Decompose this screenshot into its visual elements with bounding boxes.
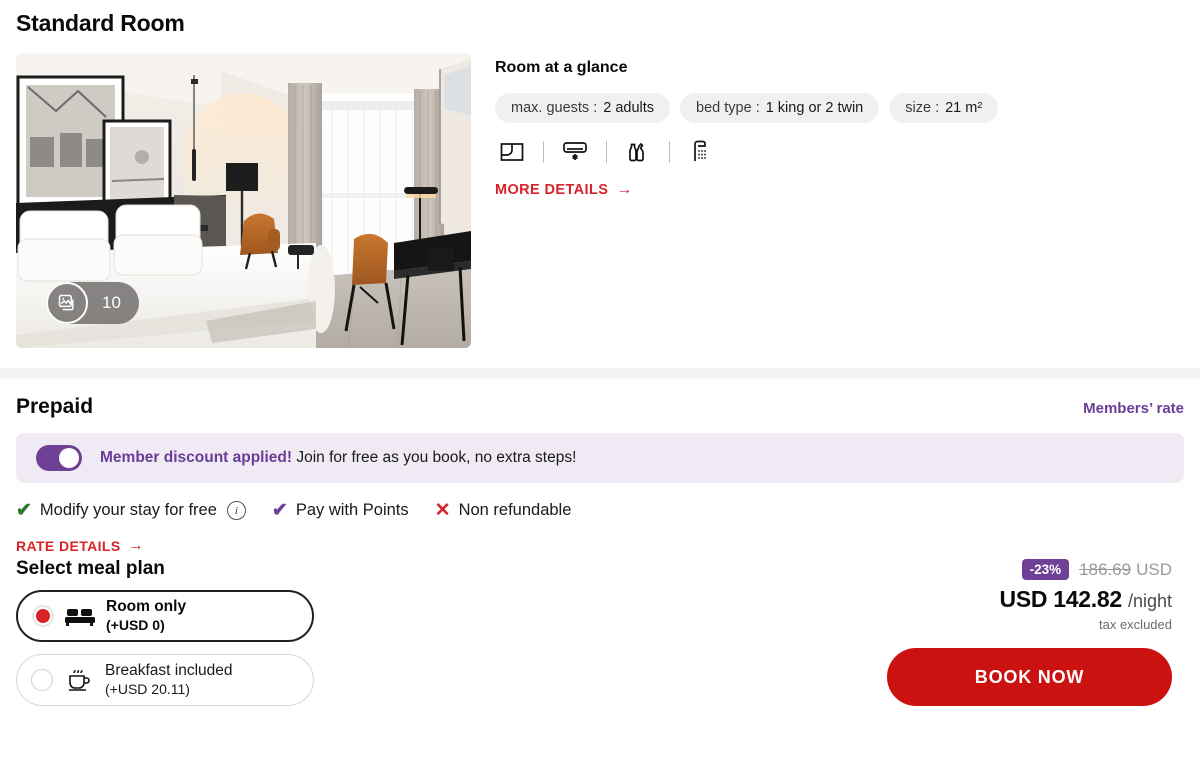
room-at-a-glance: Room at a glance max. guests : 2 adults b…	[495, 53, 1184, 199]
benefits-row: ✔ Modify your stay for free i ✔ Pay with…	[16, 501, 1184, 520]
amenity-icon-row	[495, 139, 1184, 165]
arrow-right-icon: →	[616, 181, 633, 198]
info-icon[interactable]: i	[226, 501, 246, 520]
benefit-pay-with-points: ✔ Pay with Points	[272, 501, 409, 520]
meal-option-texts: Breakfast included (+USD 20.11)	[105, 662, 233, 697]
more-details-link[interactable]: MORE DETAILS →	[495, 181, 633, 199]
benefit-modify-stay: ✔ Modify your stay for free i	[16, 501, 246, 520]
glance-title: Room at a glance	[495, 59, 628, 76]
arrow-right-icon: →	[127, 537, 145, 554]
close-icon: ✕	[434, 500, 451, 521]
floor-plan-icon	[495, 141, 529, 163]
price-per-unit: /night	[1127, 591, 1172, 611]
member-banner-text: Member discount applied! Join for free a…	[100, 449, 576, 467]
members-rate-label: Members’ rate	[1083, 400, 1184, 417]
price-block: -23% 186.69 USD USD 142.82 /night tax exc…	[852, 559, 1172, 706]
check-icon: ✔	[271, 500, 288, 521]
rate-header: Prepaid Members’ rate	[16, 395, 1184, 419]
meal-option-name: Breakfast included	[105, 662, 233, 680]
meal-option-breakfast[interactable]: Breakfast included (+USD 20.11)	[16, 654, 314, 706]
discount-badge: -23%	[1021, 559, 1070, 580]
member-banner-strong: Member discount applied!	[100, 449, 293, 466]
radio-room-only[interactable]	[32, 605, 54, 627]
more-details-label: MORE DETAILS	[495, 182, 609, 198]
book-now-button[interactable]: BOOK NOW	[887, 648, 1172, 706]
price-old-row: -23% 186.69 USD	[852, 559, 1172, 580]
photo-stack-icon	[46, 282, 88, 324]
meal-option-texts: Room only (+USD 0)	[106, 598, 186, 633]
original-price-value: 186.69	[1079, 559, 1132, 579]
toiletries-icon	[621, 140, 655, 164]
member-discount-toggle[interactable]	[36, 445, 82, 471]
pill-max-guests: max. guests : 2 adults	[495, 93, 671, 123]
tax-note: tax excluded	[1099, 617, 1172, 632]
divider	[543, 141, 544, 163]
meal-option-price: (+USD 20.11)	[105, 680, 190, 697]
pill-value: 1 king or 2 twin	[765, 100, 864, 116]
shower-icon	[684, 139, 718, 165]
page-title: Standard Room	[16, 10, 185, 36]
pill-label: size :	[905, 100, 940, 116]
benefit-label: Non refundable	[458, 501, 572, 519]
air-conditioning-icon	[558, 140, 592, 164]
pill-bed-type: bed type : 1 king or 2 twin	[680, 93, 880, 123]
benefit-label: Modify your stay for free	[39, 501, 217, 519]
pill-label: bed type :	[696, 100, 760, 116]
benefit-label: Pay with Points	[295, 501, 409, 519]
original-price: 186.69 USD	[1079, 560, 1172, 580]
bed-icon	[62, 605, 98, 627]
divider	[669, 141, 670, 163]
meal-option-room-only[interactable]: Room only (+USD 0)	[16, 590, 314, 642]
room-body: 10 Room at a glance max. guests : 2 adult…	[16, 53, 1184, 348]
coffee-cup-icon	[61, 667, 97, 693]
section-divider	[0, 368, 1200, 379]
member-discount-banner: Member discount applied! Join for free a…	[16, 433, 1184, 483]
room-section: Standard Room 10 Room at a glance max. g…	[0, 0, 1200, 348]
gallery-count: 10	[102, 293, 121, 312]
check-icon: ✔	[16, 500, 32, 521]
member-banner-rest: Join for free as you book, no extra step…	[292, 449, 577, 466]
radio-breakfast[interactable]	[31, 669, 53, 691]
current-price: USD 142.82 /night	[852, 586, 1172, 613]
rate-details-link[interactable]: RATE DETAILS →	[16, 537, 145, 555]
gallery-badge[interactable]: 10	[46, 282, 139, 324]
current-price-amount: USD 142.82	[999, 586, 1123, 612]
benefit-non-refundable: ✕ Non refundable	[435, 501, 572, 520]
room-photo[interactable]: 10	[16, 53, 471, 348]
rate-section: Prepaid Members’ rate Member discount ap…	[0, 379, 1200, 706]
rate-details-label: RATE DETAILS	[16, 538, 121, 554]
toggle-knob	[59, 448, 79, 468]
rate-title: Prepaid	[16, 395, 94, 418]
pill-value: 21 m²	[945, 100, 983, 116]
meal-option-name: Room only	[106, 598, 187, 616]
glance-pill-row: max. guests : 2 adults bed type : 1 king o…	[495, 93, 1184, 123]
pill-label: max. guests :	[511, 100, 598, 116]
meal-option-price: (+USD 0)	[106, 616, 165, 633]
original-price-currency: USD	[1136, 559, 1172, 579]
pill-value: 2 adults	[603, 100, 655, 116]
pill-size: size : 21 m²	[889, 93, 999, 123]
divider	[606, 141, 607, 163]
